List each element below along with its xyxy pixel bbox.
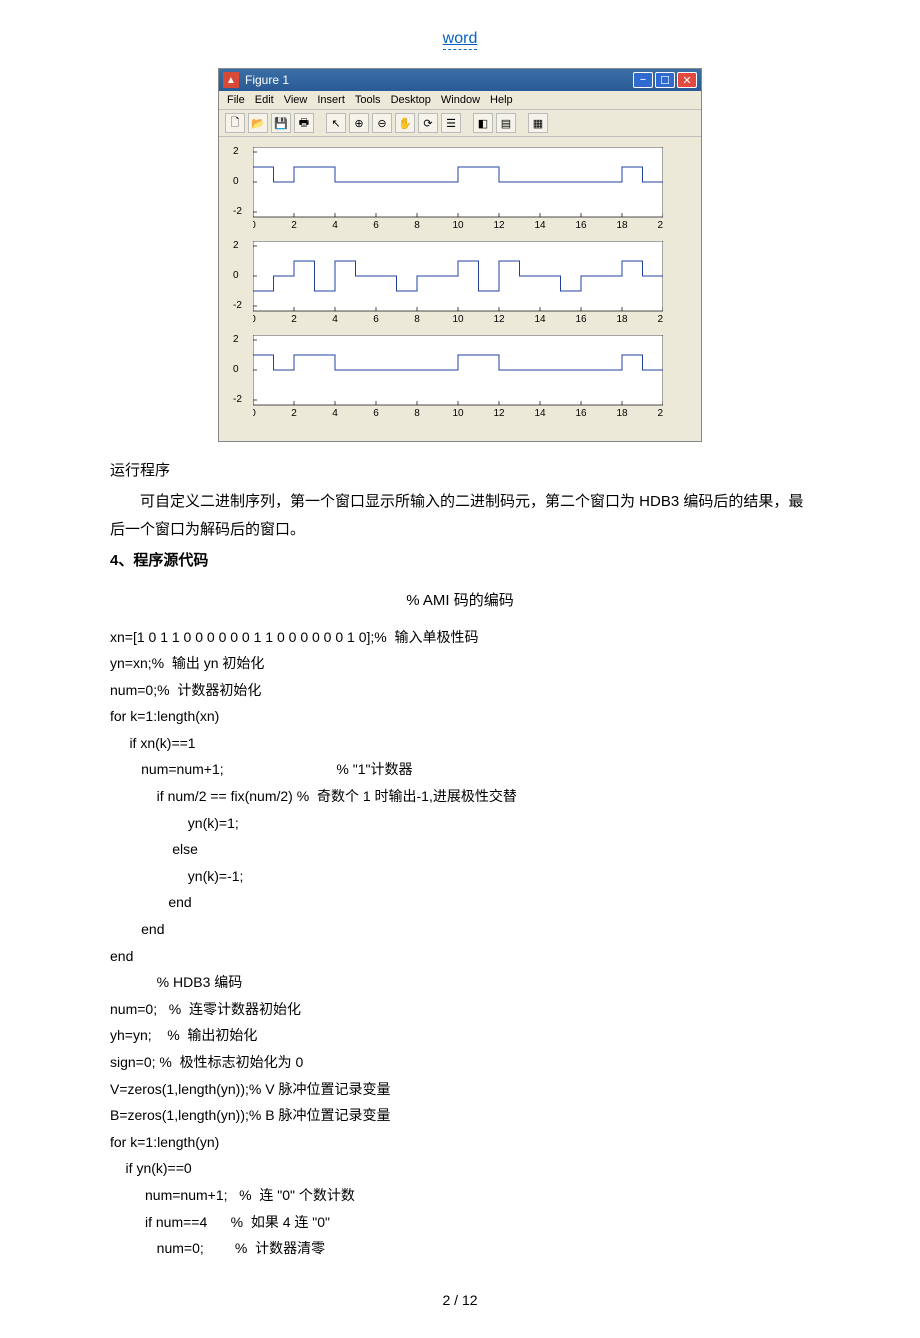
close-button[interactable]: ✕ — [677, 72, 697, 88]
svg-text:20: 20 — [657, 220, 663, 231]
matlab-icon: ▲ — [223, 72, 239, 88]
menu-tools[interactable]: Tools — [355, 94, 381, 106]
svg-text:16: 16 — [575, 314, 587, 325]
header-link: word — [110, 30, 810, 48]
svg-text:20: 20 — [657, 314, 663, 325]
plot-area: -20202468101214161820-202024681012141618… — [219, 137, 701, 441]
svg-text:6: 6 — [373, 220, 379, 231]
menu-help[interactable]: Help — [490, 94, 513, 106]
svg-text:4: 4 — [332, 408, 338, 419]
menu-view[interactable]: View — [284, 94, 308, 106]
y-tick-label: -2 — [233, 206, 242, 217]
svg-text:4: 4 — [332, 314, 338, 325]
svg-text:0: 0 — [253, 220, 256, 231]
svg-text:18: 18 — [616, 220, 628, 231]
svg-text:8: 8 — [414, 314, 420, 325]
svg-text:2: 2 — [291, 220, 297, 231]
open-icon[interactable]: 📂 — [248, 113, 268, 133]
svg-text:4: 4 — [332, 220, 338, 231]
subplot-1: -20202468101214161820 — [229, 147, 683, 231]
menu-file[interactable]: File — [227, 94, 245, 106]
y-tick-label: 2 — [233, 146, 239, 157]
svg-text:16: 16 — [575, 408, 587, 419]
new-icon[interactable]: 🗋 — [225, 113, 245, 133]
zoom-in-icon[interactable]: ⊕ — [349, 113, 369, 133]
svg-text:12: 12 — [493, 220, 505, 231]
svg-text:6: 6 — [373, 314, 379, 325]
svg-text:8: 8 — [414, 408, 420, 419]
svg-text:14: 14 — [534, 314, 546, 325]
y-tick-label: 0 — [233, 364, 239, 375]
svg-text:2: 2 — [291, 314, 297, 325]
hide-plot-tools-icon[interactable]: ▦ — [528, 113, 548, 133]
minimize-button[interactable]: − — [633, 72, 653, 88]
svg-text:10: 10 — [452, 314, 464, 325]
maximize-button[interactable]: ☐ — [655, 72, 675, 88]
code-block: xn=[1 0 1 1 0 0 0 0 0 0 1 1 0 0 0 0 0 0 … — [110, 624, 810, 1262]
svg-text:20: 20 — [657, 408, 663, 419]
svg-text:8: 8 — [414, 220, 420, 231]
matlab-figure-window: ▲ Figure 1 − ☐ ✕ File Edit View Insert T… — [218, 68, 702, 442]
y-tick-label: -2 — [233, 394, 242, 405]
titlebar: ▲ Figure 1 − ☐ ✕ — [219, 69, 701, 91]
svg-text:12: 12 — [493, 314, 505, 325]
subplot-3: -20202468101214161820 — [229, 335, 683, 419]
subplot-2: -20202468101214161820 — [229, 241, 683, 325]
svg-text:18: 18 — [616, 314, 628, 325]
page-footer: 2 / 12 — [110, 1292, 810, 1308]
svg-text:12: 12 — [493, 408, 505, 419]
toolbar: 🗋 📂 💾 🖶 ↖ ⊕ ⊖ ✋ ⟳ ☰ ◧ ▤ ▦ — [219, 110, 701, 137]
y-tick-label: 0 — [233, 270, 239, 281]
header-word-text: word — [443, 30, 478, 50]
svg-text:10: 10 — [452, 408, 464, 419]
window-title: Figure 1 — [245, 73, 289, 87]
desc-text: 可自定义二进制序列，第一个窗口显示所输入的二进制码元，第二个窗口为 HDB3 编… — [110, 488, 810, 545]
svg-text:0: 0 — [253, 408, 256, 419]
svg-text:16: 16 — [575, 220, 587, 231]
menubar: File Edit View Insert Tools Desktop Wind… — [219, 91, 701, 110]
svg-text:0: 0 — [253, 314, 256, 325]
svg-text:14: 14 — [534, 408, 546, 419]
pointer-icon[interactable]: ↖ — [326, 113, 346, 133]
run-text: 运行程序 — [110, 457, 810, 486]
svg-text:18: 18 — [616, 408, 628, 419]
rotate-icon[interactable]: ⟳ — [418, 113, 438, 133]
section-title: 4、程序源代码 — [110, 547, 810, 576]
y-tick-label: -2 — [233, 300, 242, 311]
menu-desktop[interactable]: Desktop — [391, 94, 431, 106]
y-tick-label: 2 — [233, 240, 239, 251]
window-controls: − ☐ ✕ — [633, 72, 697, 88]
y-tick-label: 2 — [233, 334, 239, 345]
save-icon[interactable]: 💾 — [271, 113, 291, 133]
print-icon[interactable]: 🖶 — [294, 113, 314, 133]
svg-text:2: 2 — [291, 408, 297, 419]
svg-text:6: 6 — [373, 408, 379, 419]
pan-icon[interactable]: ✋ — [395, 113, 415, 133]
menu-edit[interactable]: Edit — [255, 94, 274, 106]
svg-text:14: 14 — [534, 220, 546, 231]
menu-window[interactable]: Window — [441, 94, 480, 106]
code-title: % AMI 码的编码 — [110, 587, 810, 616]
insert-colorbar-icon[interactable]: ◧ — [473, 113, 493, 133]
y-tick-label: 0 — [233, 176, 239, 187]
datatip-icon[interactable]: ☰ — [441, 113, 461, 133]
insert-legend-icon[interactable]: ▤ — [496, 113, 516, 133]
menu-insert[interactable]: Insert — [317, 94, 345, 106]
zoom-out-icon[interactable]: ⊖ — [372, 113, 392, 133]
svg-text:10: 10 — [452, 220, 464, 231]
